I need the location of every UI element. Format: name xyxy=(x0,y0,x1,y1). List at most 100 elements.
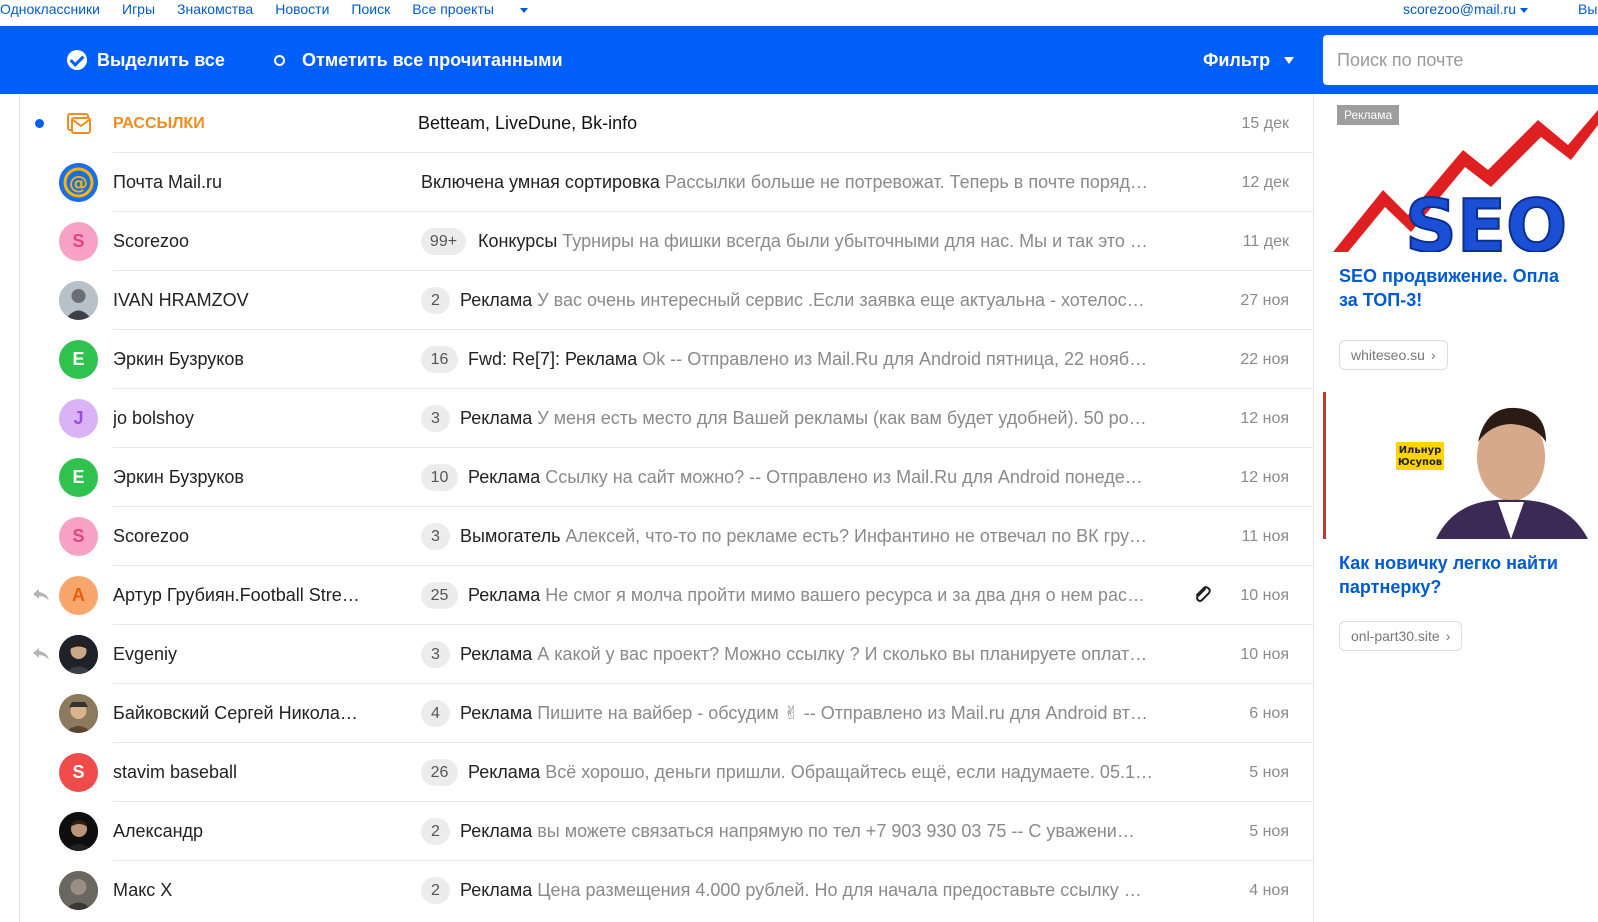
message-date: 5 ноя xyxy=(1249,823,1289,840)
preview: У меня есть место для Вашей рекламы (как… xyxy=(537,408,1147,428)
link-odnoklassniki[interactable]: Одноклассники xyxy=(0,0,100,18)
subject: Реклама xyxy=(468,467,541,487)
avatar-photo xyxy=(59,694,98,733)
preview: Ссылку на сайт можно? -- Отправлено из M… xyxy=(545,467,1143,487)
ad-domain: onl-part30.site xyxy=(1351,628,1440,644)
reply-arrow-icon xyxy=(33,648,49,660)
message-row[interactable]: A Артур Грубиян.Football Stre… 25 Реклам… xyxy=(20,566,1313,625)
seo-chart-image: SEO xyxy=(1323,105,1598,252)
avatar-photo xyxy=(59,812,98,851)
sender-name: Evgeniy xyxy=(113,644,178,664)
message-row[interactable]: @ Почта Mail.ru Включена умная сортировк… xyxy=(20,153,1313,212)
ad-domain-link[interactable]: onl-part30.site › xyxy=(1339,621,1463,651)
thread-count-badge: 2 xyxy=(421,877,450,904)
ad-domain-link[interactable]: whiteseo.su › xyxy=(1339,340,1448,370)
message-date: 5 ноя xyxy=(1249,764,1289,781)
thread-count-badge: 26 xyxy=(421,759,458,786)
subject: Вымогатель xyxy=(460,526,561,546)
thread-count-badge: 16 xyxy=(421,346,458,373)
message-row[interactable]: J jo bolshoy 3 Реклама У меня есть место… xyxy=(20,389,1313,448)
select-all-button[interactable]: Выделить все xyxy=(67,26,225,94)
message-date: 12 ноя xyxy=(1240,410,1289,427)
preview: Всё хорошо, деньги пришли. Обращайтесь е… xyxy=(545,762,1153,782)
ad-title[interactable]: SEO продвижение. Опла за ТОП-3! xyxy=(1323,252,1598,312)
mail-toolbar: Выделить все Отметить все прочитанными Ф… xyxy=(0,26,1598,94)
subject: Реклама xyxy=(460,408,533,428)
attachment-icon[interactable] xyxy=(1191,584,1213,606)
avatar-photo xyxy=(59,635,98,674)
link-search[interactable]: Поиск xyxy=(351,0,390,18)
account-menu[interactable]: scorezoo@mail.ru xyxy=(1403,0,1528,18)
subject: Реклама xyxy=(460,703,533,723)
subject: Реклама xyxy=(468,762,541,782)
avatar: A xyxy=(59,576,98,615)
message-row[interactable]: РАССЫЛКИ Betteam, LiveDune, Bk-info 15 д… xyxy=(20,94,1313,153)
top-navigation: Одноклассники Игры Знакомства Новости По… xyxy=(0,0,1598,26)
message-row[interactable]: Evgeniy 3 Реклама А какой у вас проект? … xyxy=(20,625,1313,684)
ad-title[interactable]: Как новичку легко найти партнерку? xyxy=(1323,539,1598,599)
message-date: 12 дек xyxy=(1241,174,1289,191)
message-row[interactable]: Байковский Сергей Никола… 4 Реклама Пиши… xyxy=(20,684,1313,743)
sender-name: stavim baseball xyxy=(113,762,238,782)
message-row[interactable]: S Scorezoo 3 Вымогатель Алексей, что-то … xyxy=(20,507,1313,566)
list-right-border xyxy=(1313,94,1314,922)
preview: Цена размещения 4.000 рублей. Но для нач… xyxy=(537,880,1142,900)
message-row[interactable]: E Эркин Бузруков 10 Реклама Ссылку на са… xyxy=(20,448,1313,507)
message-row[interactable]: Александр 2 Реклама вы можете связаться … xyxy=(20,802,1313,861)
reply-arrow-icon xyxy=(33,589,49,601)
message-row[interactable]: S Scorezoo 99+ Конкурсы Турниры на фишки… xyxy=(20,212,1313,271)
unread-indicator[interactable] xyxy=(35,119,44,128)
link-all-projects[interactable]: Все проекты xyxy=(412,0,528,18)
svg-text:@: @ xyxy=(69,172,88,194)
sender-name: Макс Х xyxy=(113,880,173,900)
ad-title-line: Как новичку легко найти xyxy=(1339,553,1558,573)
message-row[interactable]: E Эркин Бузруков 16 Fwd: Re[7]: Реклама … xyxy=(20,330,1313,389)
logout-link[interactable]: Выход xyxy=(1578,0,1598,18)
mark-all-read-label: Отметить все прочитанными xyxy=(302,49,563,70)
message-subject-line: Включена умная сортировка Рассылки больш… xyxy=(421,153,1166,212)
link-games[interactable]: Игры xyxy=(122,0,155,18)
message-row[interactable]: S stavim baseball 26 Реклама Всё хорошо,… xyxy=(20,743,1313,802)
mark-all-read-button[interactable]: Отметить все прочитанными xyxy=(274,26,563,94)
message-subject-line: Fwd: Re[7]: Реклама Ok -- Отправлено из … xyxy=(468,330,1166,389)
chevron-right-icon: › xyxy=(1430,347,1436,363)
message-row[interactable]: IVAN HRAMZOV 2 Реклама У вас очень интер… xyxy=(20,271,1313,330)
preview: Ok -- Отправлено из Mail.Ru для Android … xyxy=(642,349,1148,369)
preview: Алексей, что-то по рекламе есть? Инфанти… xyxy=(565,526,1148,546)
message-date: 11 ноя xyxy=(1241,528,1289,545)
search-box xyxy=(1323,35,1598,85)
ad-column: SEO Реклама SEO продвижение. Опла за ТОП… xyxy=(1323,105,1598,651)
message-subject-line: Betteam, LiveDune, Bk-info xyxy=(418,94,1178,153)
filter-button[interactable]: Фильтр xyxy=(1203,26,1295,94)
preview: Не смог я молча пройти мимо вашего ресур… xyxy=(545,585,1145,605)
chevron-down-icon xyxy=(1520,7,1528,13)
message-row[interactable]: Макс Х 2 Реклама Цена размещения 4.000 р… xyxy=(20,861,1313,920)
ad-partner[interactable]: Ильнур Юсупов Как новичку легко найти па… xyxy=(1323,392,1598,651)
thread-count-badge: 4 xyxy=(421,700,450,727)
select-all-label: Выделить все xyxy=(97,49,225,70)
link-news[interactable]: Новости xyxy=(275,0,329,18)
ad-seo[interactable]: SEO Реклама SEO продвижение. Опла за ТОП… xyxy=(1323,105,1598,370)
ad-title-line: SEO продвижение. Опла xyxy=(1339,266,1559,286)
message-date: 6 ноя xyxy=(1249,705,1289,722)
subject: Реклама xyxy=(460,821,533,841)
sender-name: Артур Грубиян.Football Stre… xyxy=(113,585,360,605)
link-dating[interactable]: Знакомства xyxy=(177,0,253,18)
mailing-icon xyxy=(59,104,98,143)
thread-count-badge: 3 xyxy=(421,523,450,550)
preview: У вас очень интересный сервис .Если заяв… xyxy=(537,290,1145,310)
sender-name: Scorezoo xyxy=(113,231,190,251)
message-date: 15 дек xyxy=(1241,115,1289,132)
preview: Турниры на фишки всегда были убыточными … xyxy=(562,231,1148,251)
avatar: S xyxy=(59,517,98,556)
subject: Реклама xyxy=(460,880,533,900)
ad-domain: whiteseo.su xyxy=(1351,347,1425,363)
message-subject-line: Вымогатель Алексей, что-то по рекламе ес… xyxy=(460,507,1166,566)
sender-name: Байковский Сергей Никола… xyxy=(113,703,358,723)
ad-image[interactable]: Ильнур Юсупов xyxy=(1323,392,1598,539)
preview: вы можете связаться напрямую по тел +7 9… xyxy=(537,821,1135,841)
ad-image[interactable]: SEO Реклама xyxy=(1323,105,1598,252)
search-input[interactable] xyxy=(1323,35,1598,85)
thread-count-badge: 99+ xyxy=(421,228,466,255)
read-dot-icon xyxy=(274,54,285,66)
